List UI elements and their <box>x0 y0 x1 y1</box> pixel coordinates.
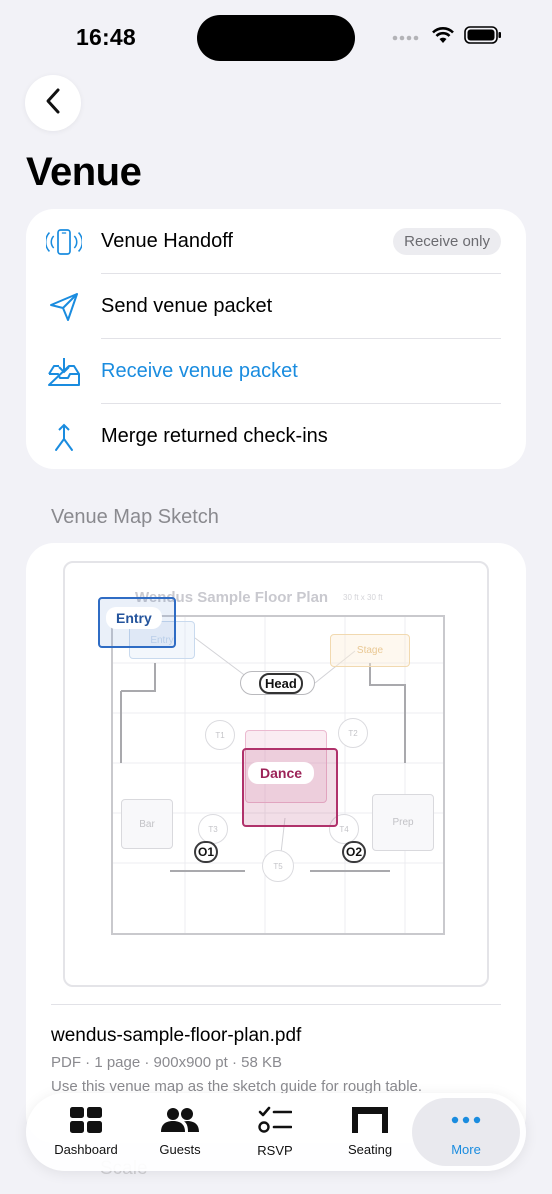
merge-arrow-icon <box>46 419 82 455</box>
page-title: Venue <box>26 150 142 194</box>
entry-label: Entry <box>106 607 162 629</box>
tab-rsvp-label: RSVP <box>257 1143 293 1158</box>
send-venue-packet-row[interactable]: Send venue packet <box>26 274 526 339</box>
table-t1: T1 <box>205 720 235 750</box>
bar-zone: Bar <box>121 799 173 849</box>
status-time: 16:48 <box>76 24 136 50</box>
table-o1: O1 <box>194 841 218 863</box>
merge-check-ins-label: Merge returned check-ins <box>101 425 328 447</box>
tray-download-icon <box>46 354 82 390</box>
receive-only-badge: Receive only <box>393 228 501 255</box>
table-t3: T3 <box>198 814 228 844</box>
more-icon <box>451 1107 481 1136</box>
file-meta: PDF · 1 page · 900x900 pt · 58 KB <box>51 1054 282 1071</box>
receive-venue-packet-label: Receive venue packet <box>101 360 298 382</box>
paper-plane-icon <box>46 289 82 325</box>
divider <box>51 1004 501 1005</box>
receive-venue-packet-row[interactable]: Receive venue packet <box>26 339 526 404</box>
tab-rsvp[interactable]: RSVP <box>229 1093 321 1171</box>
send-venue-packet-label: Send venue packet <box>101 295 273 317</box>
guests-icon <box>160 1107 200 1136</box>
rsvp-icon <box>258 1106 293 1137</box>
back-button[interactable] <box>25 75 81 131</box>
head-table: Head <box>240 671 315 695</box>
table-o2: O2 <box>342 841 366 863</box>
dynamic-island <box>197 15 355 61</box>
tab-more-label: More <box>451 1142 481 1157</box>
entry-zone: Entry <box>98 597 176 648</box>
file-name: wendus-sample-floor-plan.pdf <box>51 1025 302 1046</box>
status-icons <box>392 26 502 49</box>
prep-zone: Prep <box>372 794 434 851</box>
chevron-left-icon <box>44 87 62 120</box>
venue-map-card: Wendus Sample Floor Plan 30 ft x 30 ft E… <box>26 543 526 1143</box>
venue-handoff-label: Venue Handoff <box>101 230 233 252</box>
tab-more[interactable]: More <box>418 1093 514 1171</box>
tab-dashboard[interactable]: Dashboard <box>40 1093 132 1171</box>
table-t5: T5 <box>262 850 294 882</box>
section-header-venue-map: Venue Map Sketch <box>51 506 219 528</box>
dance-label: Dance <box>248 762 315 784</box>
tab-seating-label: Seating <box>347 1142 393 1157</box>
venue-handoff-row[interactable]: Venue Handoff Receive only <box>26 209 526 274</box>
seating-icon <box>352 1107 388 1136</box>
stage-zone: Stage <box>330 634 410 667</box>
head-label: Head <box>259 673 303 694</box>
table-t2: T2 <box>338 718 368 748</box>
floor-plan-preview[interactable]: Wendus Sample Floor Plan 30 ft x 30 ft E… <box>63 561 489 987</box>
signal-icon <box>392 29 422 47</box>
wifi-icon <box>431 26 455 49</box>
tab-dashboard-label: Dashboard <box>54 1142 118 1157</box>
tab-guests[interactable]: Guests <box>134 1093 226 1171</box>
status-bar: 16:48 <box>0 0 552 80</box>
phone-broadcast-icon <box>46 224 82 260</box>
tab-seating[interactable]: Seating <box>324 1093 416 1171</box>
merge-check-ins-row[interactable]: Merge returned check-ins <box>26 404 526 469</box>
dance-zone: Dance <box>242 748 338 827</box>
tab-guests-label: Guests <box>159 1142 201 1157</box>
battery-icon <box>464 26 502 49</box>
venue-actions-card: Venue Handoff Receive only Send venue pa… <box>26 209 526 469</box>
tab-bar: Dashboard Guests RSVP Seating More <box>26 1093 526 1171</box>
dashboard-icon <box>70 1107 102 1136</box>
